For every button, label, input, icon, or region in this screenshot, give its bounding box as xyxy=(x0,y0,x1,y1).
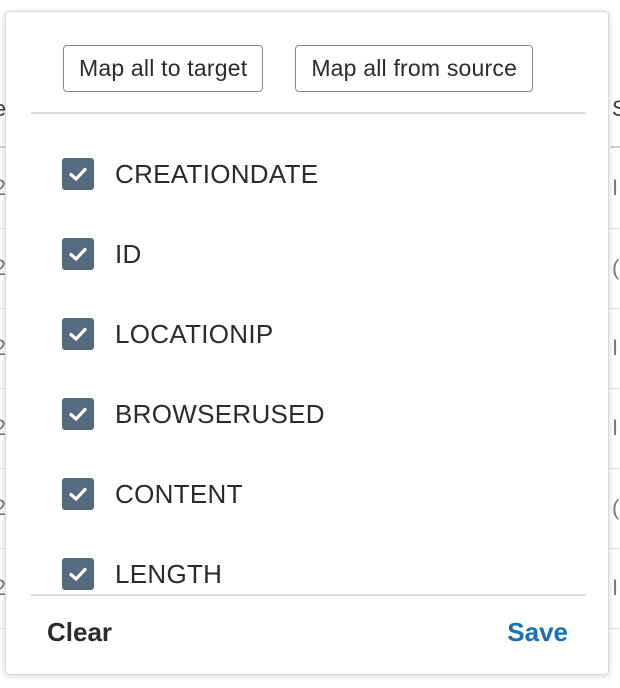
table-row-divider xyxy=(610,548,620,549)
checkbox-checked-icon[interactable] xyxy=(62,558,94,590)
field-list: CREATIONDATE ID LOCATIONIP BROWSERUSED C… xyxy=(62,134,562,614)
field-mapping-popover: Map all to target Map all from source CR… xyxy=(5,11,609,675)
table-row-divider xyxy=(610,628,620,629)
field-item-content[interactable]: CONTENT xyxy=(62,454,562,534)
map-all-to-target-button[interactable]: Map all to target xyxy=(63,45,264,92)
field-item-locationip[interactable]: LOCATIONIP xyxy=(62,294,562,374)
field-label: CREATIONDATE xyxy=(115,158,319,189)
table-row-divider xyxy=(610,468,620,469)
table-cell-fragment: I xyxy=(612,575,619,600)
table-row-divider xyxy=(610,388,620,389)
save-button[interactable]: Save xyxy=(507,617,568,648)
table-header-fragment-right: S xyxy=(612,96,620,121)
table-cell-fragment: I xyxy=(612,335,619,360)
checkbox-checked-icon[interactable] xyxy=(62,158,94,190)
field-label: CONTENT xyxy=(115,478,243,509)
field-item-id[interactable]: ID xyxy=(62,214,562,294)
table-cell-fragment: ( xyxy=(612,255,620,280)
field-label: BROWSERUSED xyxy=(115,398,325,429)
clear-button[interactable]: Clear xyxy=(47,617,112,648)
map-all-from-source-button[interactable]: Map all from source xyxy=(295,45,534,92)
table-cell-fragment: I xyxy=(612,175,619,200)
field-item-browserused[interactable]: BROWSERUSED xyxy=(62,374,562,454)
top-divider xyxy=(31,112,586,114)
table-row-divider xyxy=(610,228,620,229)
checkbox-checked-icon[interactable] xyxy=(62,478,94,510)
bottom-divider xyxy=(31,594,586,596)
field-label: ID xyxy=(115,238,142,269)
checkbox-checked-icon[interactable] xyxy=(62,398,94,430)
mapping-actions: Map all to target Map all from source xyxy=(63,45,534,92)
table-cell-fragment: I xyxy=(612,415,619,440)
field-label: LOCATIONIP xyxy=(115,318,274,349)
checkbox-checked-icon[interactable] xyxy=(62,318,94,350)
field-label: LENGTH xyxy=(115,558,223,589)
table-header-divider-right xyxy=(610,146,620,148)
table-row-divider xyxy=(610,308,620,309)
field-item-creationdate[interactable]: CREATIONDATE xyxy=(62,134,562,214)
table-cell-fragment: ( xyxy=(612,495,620,520)
checkbox-checked-icon[interactable] xyxy=(62,238,94,270)
field-item-length[interactable]: LENGTH xyxy=(62,534,562,614)
